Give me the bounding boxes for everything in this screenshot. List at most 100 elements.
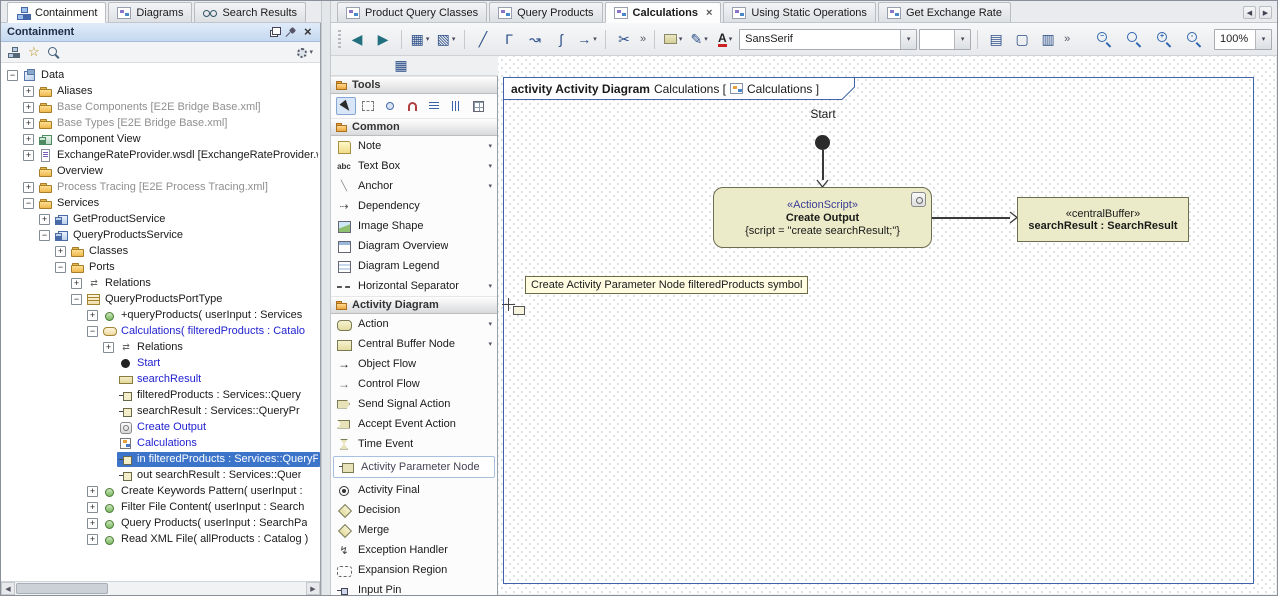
quick-find-icon[interactable]: [48, 47, 59, 58]
font-family-combobox[interactable]: SansSerif▾: [739, 29, 917, 50]
tree-row[interactable]: +Aliases: [1, 83, 320, 99]
close-icon[interactable]: [303, 27, 314, 38]
grid-tool-icon[interactable]: [468, 97, 488, 115]
tree-row[interactable]: −Data: [1, 67, 320, 83]
scroll-right-icon[interactable]: ▶: [306, 582, 320, 595]
tree-row[interactable]: ++queryProducts( userInput : Services: [1, 307, 320, 323]
tree-node[interactable]: out searchResult : Services::Quer: [117, 468, 303, 483]
arrow-type-icon[interactable]: →▾: [575, 27, 599, 51]
left-tab-search-results[interactable]: Search Results: [194, 2, 306, 22]
tree-row[interactable]: +Base Types [E2E Bridge Base.xml]: [1, 115, 320, 131]
tree-row[interactable]: −Services: [1, 195, 320, 211]
expand-icon[interactable]: +: [103, 342, 114, 353]
expand-icon[interactable]: +: [23, 86, 34, 97]
tree-node[interactable]: Calculations( filteredProducts : Catalo: [101, 324, 307, 339]
align-center-tool-icon[interactable]: [446, 97, 466, 115]
overflow-chevron-icon[interactable]: »: [638, 33, 648, 45]
tree-node[interactable]: Ports: [69, 260, 117, 275]
palette-item-input-pin[interactable]: Input Pin: [331, 580, 497, 595]
palette-item-anchor[interactable]: Anchor▾: [331, 176, 497, 196]
scrollbar-thumb[interactable]: [16, 583, 108, 594]
oblique-path-style-icon[interactable]: ╱: [471, 27, 495, 51]
palette-section-tools[interactable]: Tools: [331, 76, 497, 94]
palette-item-diagram-legend[interactable]: Diagram Legend: [331, 256, 497, 276]
tree-node[interactable]: filteredProducts : Services::Query: [117, 388, 303, 403]
diagram-tab-query-products[interactable]: Query Products: [489, 2, 602, 22]
collapse-icon[interactable]: −: [7, 70, 18, 81]
select-tool-icon[interactable]: [336, 97, 356, 115]
nav-back-icon[interactable]: ◀: [345, 27, 369, 51]
rectilinear-path-style-icon[interactable]: Г: [497, 27, 521, 51]
palette-item-decision[interactable]: Decision: [331, 500, 497, 520]
palette-item-merge[interactable]: Merge: [331, 520, 497, 540]
related-elements-icon[interactable]: ▥: [1036, 27, 1060, 51]
tree-row[interactable]: in filteredProducts : Services::QueryPro…: [1, 451, 320, 467]
dropdown-arrow-icon[interactable]: ▾: [488, 340, 492, 348]
dropdown-arrow-icon[interactable]: ▾: [452, 35, 456, 43]
zoom-out-icon[interactable]: −: [1096, 31, 1120, 48]
central-buffer-node[interactable]: «centralBuffer» searchResult : SearchRes…: [1017, 197, 1189, 242]
diagram-tab-calculations[interactable]: Calculations×: [605, 2, 722, 23]
options-gear-icon[interactable]: [297, 48, 307, 58]
expand-icon[interactable]: +: [55, 246, 66, 257]
tree-row[interactable]: +Process Tracing [E2E Process Tracing.xm…: [1, 179, 320, 195]
tree-row[interactable]: −Calculations( filteredProducts : Catalo: [1, 323, 320, 339]
palette-section-activity-diagram[interactable]: Activity Diagram: [331, 296, 497, 314]
favorites-star-icon[interactable]: [28, 47, 39, 58]
tree-row[interactable]: searchResult : Services::QueryPr: [1, 403, 320, 419]
expand-icon[interactable]: +: [23, 118, 34, 129]
palette-item-exception-handler[interactable]: Exception Handler: [331, 540, 497, 560]
tree-row[interactable]: out searchResult : Services::Quer: [1, 467, 320, 483]
sticky-tool-icon[interactable]: [380, 97, 400, 115]
diagram-layout-icon[interactable]: ▦: [389, 54, 413, 78]
palette-item-diagram-overview[interactable]: Diagram Overview: [331, 236, 497, 256]
control-flow-edge[interactable]: [822, 150, 824, 180]
tree-node[interactable]: QueryProductsService: [53, 228, 185, 243]
tree-row[interactable]: −QueryProductsService: [1, 227, 320, 243]
tree-node[interactable]: QueryProductsPortType: [85, 292, 224, 307]
tree-node[interactable]: GetProductService: [53, 212, 167, 227]
dropdown-arrow-icon[interactable]: ▾: [309, 48, 313, 56]
tree-row[interactable]: −Ports: [1, 259, 320, 275]
tree-node[interactable]: Services: [37, 196, 101, 211]
tree-node[interactable]: Aliases: [37, 84, 94, 99]
link-with-tree-icon[interactable]: [8, 47, 19, 58]
tree-node[interactable]: Filter File Content( userInput : Search: [101, 500, 306, 515]
palette-item-control-flow[interactable]: Control Flow: [331, 374, 497, 394]
float-window-icon[interactable]: [270, 30, 278, 37]
dropdown-arrow-icon[interactable]: ▾: [488, 162, 492, 170]
tree-node[interactable]: Base Types [E2E Bridge Base.xml]: [37, 116, 229, 131]
palette-item-time-event[interactable]: Time Event: [331, 434, 497, 454]
tree-row[interactable]: searchResult: [1, 371, 320, 387]
tree-node[interactable]: Relations: [117, 340, 185, 355]
tree-node[interactable]: Relations: [85, 276, 153, 291]
tree-row[interactable]: +ExchangeRateProvider.wsdl [ExchangeRate…: [1, 147, 320, 163]
initial-node[interactable]: [815, 135, 830, 150]
zoom-in-icon[interactable]: +: [1156, 31, 1180, 48]
scroll-tabs-left-icon[interactable]: ◀: [1243, 6, 1256, 19]
tree-row[interactable]: filteredProducts : Services::Query: [1, 387, 320, 403]
bezier-path-style-icon[interactable]: ↝: [523, 27, 547, 51]
palette-item-central-buffer-node[interactable]: Central Buffer Node▾: [331, 334, 497, 354]
pin-icon[interactable]: [285, 27, 296, 38]
collapse-icon[interactable]: −: [87, 326, 98, 337]
diagram-tab-using-static-operations[interactable]: Using Static Operations: [723, 2, 876, 22]
font-size-combobox[interactable]: ▾: [919, 29, 971, 50]
expand-icon[interactable]: +: [87, 502, 98, 513]
palette-item-horizontal-separator[interactable]: Horizontal Separator▾: [331, 276, 497, 296]
tree-row[interactable]: +Filter File Content( userInput : Search: [1, 499, 320, 515]
tree-node[interactable]: Base Components [E2E Bridge Base.xml]: [37, 100, 263, 115]
tree-row[interactable]: −QueryProductsPortType: [1, 291, 320, 307]
tree-row[interactable]: +Relations: [1, 339, 320, 355]
expand-icon[interactable]: +: [87, 534, 98, 545]
tree-row[interactable]: +GetProductService: [1, 211, 320, 227]
tree-node[interactable]: Component View: [37, 132, 143, 147]
tree-row[interactable]: +Read XML File( allProducts : Catalog ): [1, 531, 320, 547]
dropdown-arrow-icon[interactable]: ▾: [1255, 30, 1271, 49]
dropdown-arrow-icon[interactable]: ▾: [488, 182, 492, 190]
palette-item-activity-parameter-node[interactable]: Activity Parameter Node: [333, 456, 495, 478]
palette-item-note[interactable]: Note▾: [331, 136, 497, 156]
fill-color-icon[interactable]: ▾: [661, 27, 685, 51]
nav-forward-icon[interactable]: ▶: [371, 27, 395, 51]
expand-icon[interactable]: +: [23, 102, 34, 113]
